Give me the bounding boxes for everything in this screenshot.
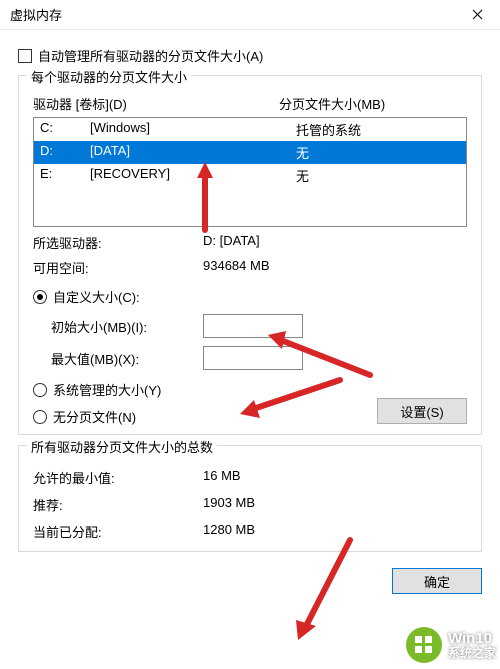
- watermark-logo-icon: [406, 627, 442, 663]
- list-item[interactable]: D: [DATA] 无: [34, 141, 466, 164]
- drive-list[interactable]: C: [Windows] 托管的系统 D: [DATA] 无 E: [RECOV…: [33, 117, 467, 227]
- auto-manage-label: 自动管理所有驱动器的分页文件大小(A): [38, 46, 263, 65]
- watermark-line2: 系统之家: [448, 647, 496, 660]
- min-allowed-label: 允许的最小值:: [33, 468, 203, 487]
- radio-system-label: 系统管理的大小(Y): [53, 380, 161, 399]
- ok-button[interactable]: 确定: [392, 568, 482, 594]
- per-drive-legend: 每个驱动器的分页文件大小: [27, 67, 191, 86]
- max-size-label: 最大值(MB)(X):: [33, 349, 203, 368]
- close-button[interactable]: [455, 0, 500, 30]
- radio-custom-label: 自定义大小(C):: [53, 287, 140, 306]
- selected-drive-value: D: [DATA]: [203, 233, 467, 252]
- checkbox-icon: [18, 49, 32, 63]
- max-size-input[interactable]: [203, 346, 303, 370]
- radio-custom-size[interactable]: 自定义大小(C):: [33, 287, 467, 306]
- recommended-label: 推荐:: [33, 495, 203, 514]
- initial-size-label: 初始大小(MB)(I):: [33, 317, 203, 336]
- drive-letter: D:: [40, 143, 90, 162]
- window-title: 虚拟内存: [10, 5, 62, 24]
- drive-label: [Windows]: [90, 120, 290, 139]
- radio-icon: [33, 290, 47, 304]
- free-space-label: 可用空间:: [33, 258, 203, 277]
- watermark: Win10 系统之家: [406, 627, 496, 663]
- radio-system-managed[interactable]: 系统管理的大小(Y): [33, 380, 467, 399]
- initial-size-input[interactable]: [203, 314, 303, 338]
- free-space-value: 934684 MB: [203, 258, 467, 277]
- min-allowed-value: 16 MB: [203, 468, 467, 487]
- header-size: 分页文件大小(MB): [223, 94, 467, 113]
- radio-none-label: 无分页文件(N): [53, 407, 136, 426]
- selected-drive-label: 所选驱动器:: [33, 233, 203, 252]
- per-drive-group: 每个驱动器的分页文件大小 驱动器 [卷标](D) 分页文件大小(MB) C: […: [18, 75, 482, 435]
- drive-size: 无: [290, 166, 460, 185]
- currently-allocated-value: 1280 MB: [203, 522, 467, 541]
- close-icon: [472, 9, 483, 20]
- watermark-line1: Win10: [448, 631, 496, 647]
- drive-letter: E:: [40, 166, 90, 185]
- totals-legend: 所有驱动器分页文件大小的总数: [27, 437, 217, 456]
- drive-list-header: 驱动器 [卷标](D) 分页文件大小(MB): [33, 94, 467, 113]
- drive-label: [RECOVERY]: [90, 166, 290, 185]
- totals-group: 所有驱动器分页文件大小的总数 允许的最小值: 16 MB 推荐: 1903 MB…: [18, 445, 482, 552]
- radio-icon: [33, 383, 47, 397]
- titlebar: 虚拟内存: [0, 0, 500, 30]
- list-item[interactable]: E: [RECOVERY] 无: [34, 164, 466, 187]
- drive-size: 托管的系统: [290, 120, 460, 139]
- drive-size: 无: [290, 143, 460, 162]
- currently-allocated-label: 当前已分配:: [33, 522, 203, 541]
- set-button[interactable]: 设置(S): [377, 398, 467, 424]
- auto-manage-checkbox[interactable]: 自动管理所有驱动器的分页文件大小(A): [18, 46, 482, 65]
- radio-icon: [33, 410, 47, 424]
- header-drive: 驱动器 [卷标](D): [33, 94, 223, 113]
- drive-label: [DATA]: [90, 143, 290, 162]
- drive-letter: C:: [40, 120, 90, 139]
- recommended-value: 1903 MB: [203, 495, 467, 514]
- list-item[interactable]: C: [Windows] 托管的系统: [34, 118, 466, 141]
